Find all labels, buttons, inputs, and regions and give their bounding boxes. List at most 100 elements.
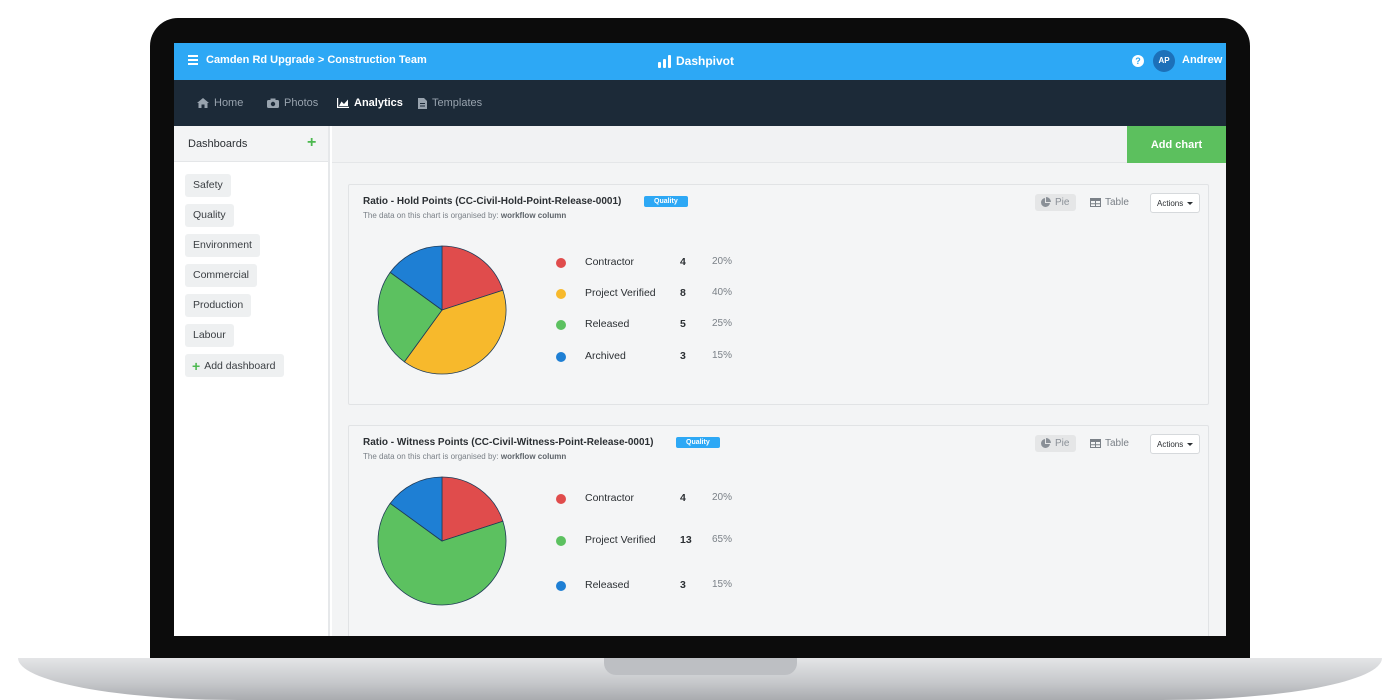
home-icon <box>197 98 209 108</box>
legend-row: Project Verified 13 65% <box>556 534 756 548</box>
nav-item-photos[interactable]: Photos <box>267 80 318 126</box>
app-screen: Camden Rd Upgrade > Construction Team Da… <box>174 43 1226 636</box>
pie-view-label: Pie <box>1055 438 1070 449</box>
brand: Dashpivot <box>658 52 734 70</box>
legend-dot <box>556 494 566 504</box>
legend-row: Project Verified 8 40% <box>556 287 756 301</box>
legend-percent: 65% <box>712 534 733 545</box>
nav-label-home: Home <box>214 97 244 109</box>
sidebar-item-labour[interactable]: Labour <box>185 324 234 347</box>
chart-card-hold-points: Ratio - Hold Points (CC-Civil-Hold-Point… <box>348 184 1209 405</box>
camera-icon <box>267 98 279 108</box>
avatar[interactable]: AP <box>1153 50 1175 72</box>
legend-dot <box>556 320 566 330</box>
subtitle-value: workflow column <box>500 452 567 461</box>
chart-subtitle: The data on this chart is organised by: … <box>363 211 566 220</box>
user-name[interactable]: Andrew <box>1182 54 1222 66</box>
legend-count: 5 <box>680 318 686 330</box>
legend-row: Released 5 25% <box>556 318 756 332</box>
legend-count: 3 <box>680 350 686 362</box>
brand-name: Dashpivot <box>676 54 735 68</box>
actions-dropdown[interactable]: Actions <box>1150 193 1201 213</box>
subtitle-prefix: The data on this chart is organised by: <box>363 211 499 220</box>
laptop-notch <box>604 658 797 675</box>
sidebar-item-safety[interactable]: Safety <box>185 174 231 197</box>
legend-row: Contractor 4 20% <box>556 492 756 506</box>
legend-percent: 15% <box>712 579 733 590</box>
file-icon <box>418 97 427 109</box>
table-view-label: Table <box>1105 197 1129 208</box>
pie-view-button[interactable]: Pie <box>1035 435 1077 452</box>
nav-label-templates: Templates <box>432 97 483 109</box>
subtitle-value: workflow column <box>500 211 567 220</box>
dashpivot-logo-icon <box>658 54 671 68</box>
area-chart-icon <box>337 98 349 108</box>
main-content: Add chart Ratio - Hold Points (CC-Civil-… <box>332 126 1226 636</box>
quality-badge: Quality <box>676 437 720 448</box>
legend-count: 4 <box>680 256 686 268</box>
hamburger-menu-icon[interactable] <box>188 55 198 65</box>
nav-label-photos: Photos <box>284 97 319 109</box>
legend-label: Project Verified <box>585 287 656 299</box>
actions-label: Actions <box>1157 439 1184 449</box>
add-dashboard-label: Add dashboard <box>204 359 276 372</box>
pie-chart <box>377 245 507 375</box>
add-chart-button[interactable]: Add chart <box>1127 126 1226 163</box>
chart-subtitle: The data on this chart is organised by: … <box>363 452 566 461</box>
legend-count: 8 <box>680 287 686 299</box>
caret-down-icon <box>1187 201 1194 205</box>
plus-icon: + <box>192 357 201 374</box>
legend-percent: 15% <box>712 350 733 361</box>
sidebar-item-commercial[interactable]: Commercial <box>185 264 258 287</box>
table-icon <box>1090 198 1101 207</box>
legend-count: 13 <box>680 534 692 546</box>
table-view-button[interactable]: Table <box>1090 435 1129 452</box>
pie-chart-icon <box>1041 197 1051 207</box>
sidebar-item-quality[interactable]: Quality <box>185 204 234 227</box>
legend-percent: 20% <box>712 256 733 267</box>
legend-label: Project Verified <box>585 534 656 546</box>
table-view-label: Table <box>1105 438 1129 449</box>
nav-bar: Home Photos Analytics Templates <box>174 80 1226 126</box>
add-dashboard-plus-icon[interactable]: + <box>307 135 316 151</box>
legend-percent: 25% <box>712 318 733 329</box>
actions-label: Actions <box>1157 198 1184 208</box>
legend-dot <box>556 536 566 546</box>
nav-item-analytics[interactable]: Analytics <box>337 80 403 126</box>
main-toolbar: Add chart <box>332 126 1226 163</box>
subtitle-prefix: The data on this chart is organised by: <box>363 452 499 461</box>
nav-item-templates[interactable]: Templates <box>418 80 482 126</box>
legend-dot <box>556 581 566 591</box>
actions-dropdown[interactable]: Actions <box>1150 434 1201 454</box>
help-icon[interactable]: ? <box>1132 55 1144 67</box>
sidebar-item-environment[interactable]: Environment <box>185 234 260 257</box>
sidebar-title: Dashboards <box>188 138 248 150</box>
sidebar-item-production[interactable]: Production <box>185 294 252 317</box>
legend-label: Contractor <box>585 492 635 504</box>
table-view-button[interactable]: Table <box>1090 194 1129 211</box>
nav-item-home[interactable]: Home <box>197 80 243 126</box>
legend-percent: 20% <box>712 492 733 503</box>
legend-percent: 40% <box>712 287 733 298</box>
legend-row: Released 3 15% <box>556 579 756 593</box>
chart-title: Ratio - Hold Points (CC-Civil-Hold-Point… <box>363 196 622 207</box>
breadcrumb[interactable]: Camden Rd Upgrade > Construction Team <box>206 54 427 66</box>
add-dashboard-button[interactable]: + Add dashboard <box>185 354 285 377</box>
chart-title: Ratio - Witness Points (CC-Civil-Witness… <box>363 437 654 448</box>
top-bar: Camden Rd Upgrade > Construction Team Da… <box>174 43 1226 80</box>
nav-label-analytics: Analytics <box>354 97 403 109</box>
legend-count: 3 <box>680 579 686 591</box>
legend-label: Contractor <box>585 256 635 268</box>
legend-label: Released <box>585 579 630 591</box>
legend-dot <box>556 289 566 299</box>
dashboard-list: Safety Quality Environment Commercial Pr… <box>185 174 285 384</box>
legend-dot <box>556 258 566 268</box>
pie-view-label: Pie <box>1055 197 1070 208</box>
sidebar: Dashboards + Safety Quality Environment … <box>174 126 330 636</box>
pie-view-button[interactable]: Pie <box>1035 194 1077 211</box>
quality-badge: Quality <box>644 196 688 207</box>
caret-down-icon <box>1187 442 1194 446</box>
chart-card-witness-points: Ratio - Witness Points (CC-Civil-Witness… <box>348 425 1209 636</box>
legend-row: Contractor 4 20% <box>556 256 756 270</box>
table-icon <box>1090 439 1101 448</box>
